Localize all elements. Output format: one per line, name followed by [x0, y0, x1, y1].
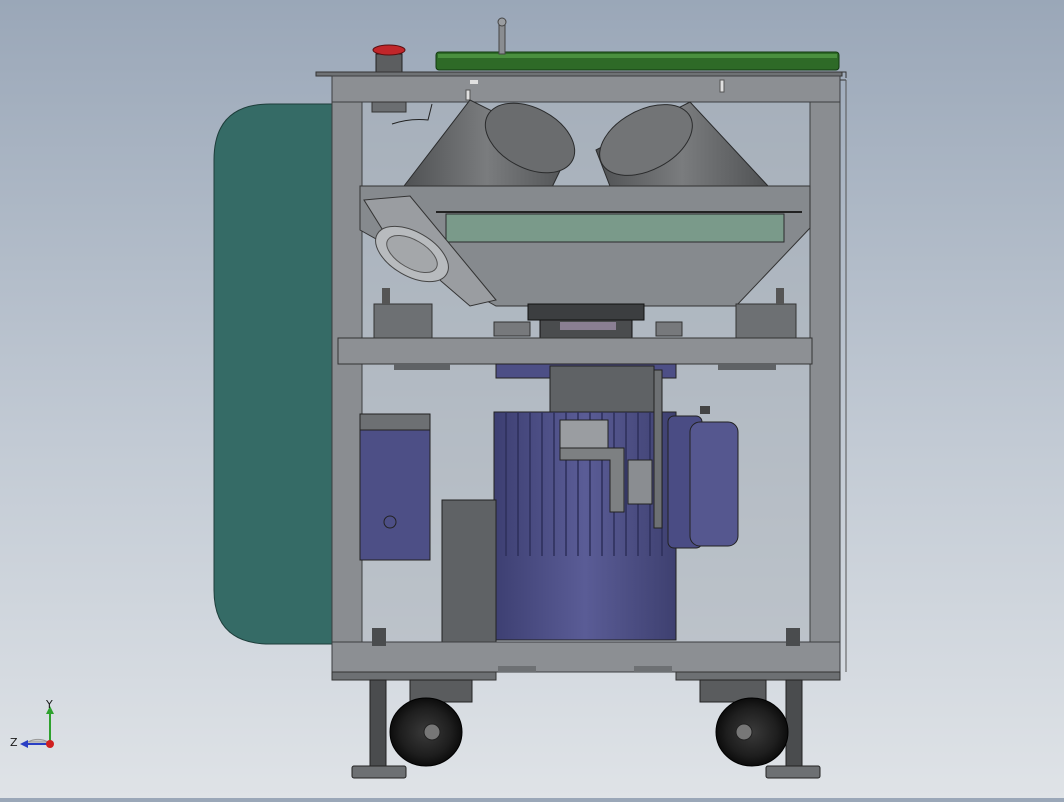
z-axis-label: Z — [10, 736, 18, 749]
axis-triad[interactable]: Y Z — [8, 696, 72, 760]
right-post — [809, 75, 841, 673]
top-plate — [315, 71, 843, 77]
top-rail — [331, 75, 841, 103]
motor-endcap — [689, 421, 739, 547]
gray-enclosure — [441, 499, 497, 643]
right-caster — [699, 679, 789, 767]
gear — [527, 303, 645, 321]
stop-button-base — [375, 53, 403, 73]
bottom-rail — [331, 641, 841, 673]
right-foot-screw — [785, 679, 803, 767]
y-axis-label: Y — [45, 698, 53, 711]
middle-shelf — [337, 337, 813, 365]
machine-model — [213, 17, 847, 779]
side-panel — [213, 103, 333, 645]
hopper-window — [445, 213, 785, 243]
left-caster — [389, 679, 473, 767]
stop-button — [372, 44, 406, 56]
control-box — [359, 413, 431, 561]
antenna — [498, 21, 506, 55]
cad-viewport[interactable]: Y Z — [0, 0, 1064, 798]
left-post — [331, 75, 363, 673]
left-foot-screw — [369, 679, 387, 767]
